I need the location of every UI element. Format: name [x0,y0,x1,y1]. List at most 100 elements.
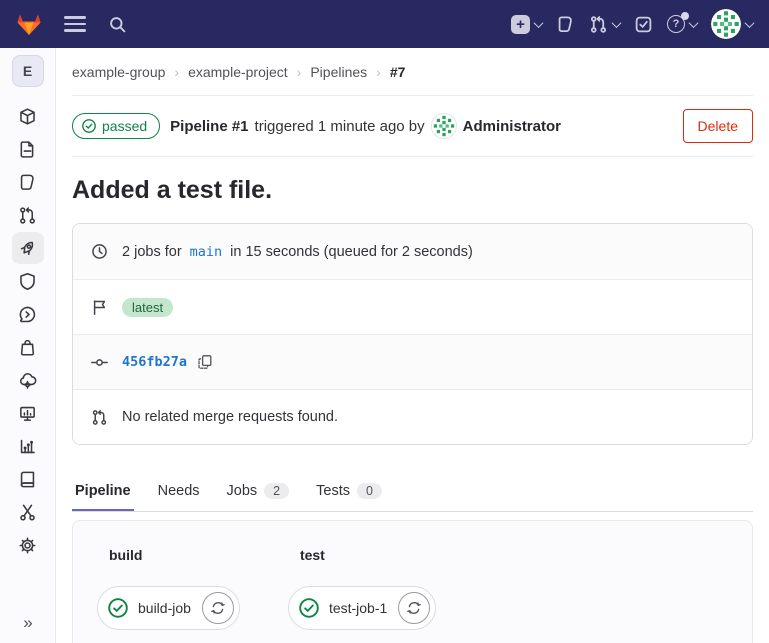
delete-button[interactable]: Delete [683,109,753,143]
retry-icon [210,600,226,616]
notification-dot [681,12,689,20]
duration-text: in 15 seconds (queued for 2 seconds) [230,244,473,260]
copy-commit-sha-button[interactable] [197,354,213,370]
shield-icon [18,272,37,291]
sidebar-item-merge-requests[interactable] [12,199,44,231]
tab-tests[interactable]: Tests 0 [313,471,385,511]
administrator-name[interactable]: Administrator [463,118,561,135]
copy-icon [197,354,213,370]
sidebar-item-snippets[interactable] [12,496,44,528]
chart-icon [18,437,37,456]
main-content: example-group example-project Pipelines … [56,48,769,643]
job-name: test-job-1 [329,600,389,616]
deployments-icon [18,305,37,324]
stage-build: build build-job [97,547,240,643]
new-menu-dropdown[interactable] [511,15,542,34]
package-bag-icon [18,338,37,357]
sidebar-item-issues[interactable] [12,166,44,198]
stage-test: test test-job-1 [288,547,436,643]
sidebar-item-wiki[interactable] [12,463,44,495]
chevron-down-icon [534,18,544,28]
breadcrumb-pipelines-link[interactable]: Pipelines [310,64,367,80]
commit-icon [91,354,108,371]
monitor-icon [18,404,37,423]
sidebar-item-analytics[interactable] [12,430,44,462]
document-icon [18,140,37,159]
commit-sha-row: 456fb27a [73,334,752,389]
tab-label: Jobs [227,483,258,499]
commit-sha-link[interactable]: 456fb27a [122,354,187,370]
tests-count-badge: 0 [357,483,382,499]
pipeline-id: Pipeline #1 [170,118,248,135]
job-name: build-job [138,600,193,616]
sidebar-item-settings[interactable] [12,529,44,561]
scissors-icon [18,503,37,522]
merge-requests-row: No related merge requests found. [73,389,752,444]
search-icon[interactable] [108,15,127,34]
tab-pipeline[interactable]: Pipeline [72,471,134,511]
pipeline-summary-box: 2 jobs for main in 15 seconds (queued fo… [72,223,753,445]
collapse-sidebar-icon[interactable]: » [0,613,56,633]
plus-icon [511,15,530,34]
sidebar-item-monitor[interactable] [12,397,44,429]
administrator-avatar[interactable] [431,113,457,139]
flag-icon [91,299,108,316]
sidebar-item-infrastructure[interactable] [12,364,44,396]
issues-icon[interactable] [556,15,575,34]
tab-label: Pipeline [75,483,131,499]
issues-icon [18,173,37,192]
pipeline-header: passed Pipeline #1 triggered 1 minute ag… [72,96,753,157]
user-avatar [711,9,741,39]
triggered-text: triggered 1 minute ago by [255,118,425,135]
status-badge[interactable]: passed [72,113,160,139]
tab-jobs[interactable]: Jobs 2 [224,471,293,511]
tab-label: Tests [316,483,350,499]
retry-job-button[interactable] [202,592,234,624]
job-test-job-1[interactable]: test-job-1 [288,586,436,630]
pipeline-graph: build build-job [72,520,753,643]
pipeline-tabs: Pipeline Needs Jobs 2 Tests 0 [72,471,753,512]
menu-icon[interactable] [64,16,86,31]
clock-icon [91,243,108,260]
gear-icon [18,536,37,555]
sidebar-item-packages[interactable] [12,331,44,363]
breadcrumb-current: #7 [390,64,406,80]
pipeline-summary-text: Pipeline #1 triggered 1 minute ago by [170,113,561,139]
tab-label: Needs [158,483,200,499]
todo-icon[interactable] [634,15,653,34]
book-icon [18,470,37,489]
breadcrumb-separator-icon [174,64,179,80]
jobs-count-text: 2 jobs for [122,244,182,260]
merge-request-icon [91,409,108,426]
breadcrumb-separator-icon [297,64,302,80]
jobs-count-badge: 2 [264,483,289,499]
retry-job-button[interactable] [398,592,430,624]
topbar [0,0,769,48]
project-avatar[interactable]: E [12,55,44,87]
branch-link[interactable]: main [190,244,223,260]
breadcrumb-project-link[interactable]: example-project [188,64,288,80]
merge-requests-dropdown[interactable] [589,15,620,34]
latest-badge: latest [122,298,173,317]
sidebar-item-project[interactable] [12,100,44,132]
help-dropdown[interactable] [667,15,697,33]
job-build-job[interactable]: build-job [97,586,240,630]
retry-icon [406,600,422,616]
latest-row: latest [73,279,752,334]
stage-name: build [109,547,240,563]
gitlab-logo-icon[interactable] [16,12,42,37]
sidebar-item-security[interactable] [12,265,44,297]
tab-needs[interactable]: Needs [155,471,203,511]
user-menu-dropdown[interactable] [711,9,753,39]
sidebar-item-ci-cd[interactable] [12,232,44,264]
sidebar: E [0,48,56,643]
breadcrumb-group-link[interactable]: example-group [72,64,165,80]
cube-icon [18,107,37,126]
status-success-icon [298,597,320,619]
sidebar-item-deployments[interactable] [12,298,44,330]
sidebar-item-repository[interactable] [12,133,44,165]
breadcrumb-separator-icon [376,64,381,80]
chevron-down-icon [689,18,699,28]
rocket-icon [18,239,37,258]
merge-request-icon [18,206,37,225]
